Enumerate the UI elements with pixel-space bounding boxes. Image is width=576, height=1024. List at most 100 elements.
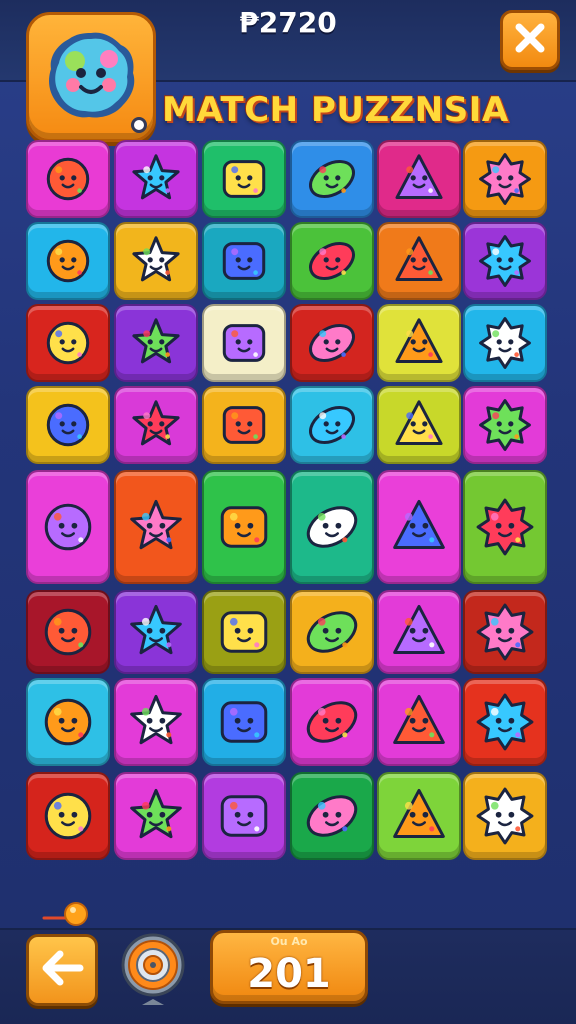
tile[interactable] xyxy=(114,304,198,382)
bell-face-icon xyxy=(303,232,361,290)
leaf-icon xyxy=(303,396,361,454)
dino-icon xyxy=(124,495,188,559)
tile[interactable] xyxy=(377,678,461,766)
tile[interactable] xyxy=(26,772,110,860)
tool-icon xyxy=(39,314,97,372)
bear-icon xyxy=(390,232,448,290)
tile[interactable] xyxy=(290,304,374,382)
tile[interactable] xyxy=(463,678,547,766)
pencil-icon xyxy=(387,690,451,754)
tile[interactable] xyxy=(26,222,110,300)
tile[interactable] xyxy=(114,772,198,860)
orange-dot-icon xyxy=(42,900,90,930)
blue-bubble-icon xyxy=(124,784,188,848)
virus-icon xyxy=(215,314,273,372)
tile[interactable] xyxy=(202,470,286,584)
tile[interactable] xyxy=(290,772,374,860)
bubble-icon xyxy=(390,314,448,372)
dog-icon xyxy=(36,690,100,754)
blue-fish-icon xyxy=(387,600,451,664)
tile[interactable] xyxy=(114,222,198,300)
tile[interactable] xyxy=(202,590,286,674)
moves-counter-value: 201 xyxy=(247,951,331,997)
tile[interactable] xyxy=(26,678,110,766)
machine-icon xyxy=(300,495,364,559)
green-cross-icon xyxy=(473,690,537,754)
target-button[interactable] xyxy=(118,930,188,1008)
moves-counter: Ou Ao 201 xyxy=(210,930,368,1004)
green-face-icon xyxy=(124,690,188,754)
bulb-icon xyxy=(212,495,276,559)
tile[interactable] xyxy=(26,386,110,464)
tile[interactable] xyxy=(26,590,110,674)
tile[interactable] xyxy=(463,222,547,300)
tile[interactable] xyxy=(463,470,547,584)
tile[interactable] xyxy=(202,304,286,382)
bunny-icon xyxy=(390,150,448,208)
tile[interactable] xyxy=(114,140,198,218)
back-button[interactable] xyxy=(26,934,98,1006)
cloud-icon xyxy=(476,314,534,372)
candy-wrap-icon xyxy=(36,600,100,664)
cog-icon xyxy=(36,784,100,848)
tile[interactable] xyxy=(377,222,461,300)
rocket-red-icon xyxy=(212,690,276,754)
tile[interactable] xyxy=(290,678,374,766)
close-button[interactable] xyxy=(500,10,560,70)
red-sun-icon xyxy=(476,232,534,290)
tile[interactable] xyxy=(290,222,374,300)
tile[interactable] xyxy=(290,386,374,464)
tile[interactable] xyxy=(377,470,461,584)
arrow-left-icon xyxy=(40,950,84,990)
tile[interactable] xyxy=(202,386,286,464)
tile[interactable] xyxy=(114,678,198,766)
tile[interactable] xyxy=(377,590,461,674)
game-title: MATCH PUZZNSIA xyxy=(162,90,509,130)
tile[interactable] xyxy=(202,772,286,860)
tile[interactable] xyxy=(114,470,198,584)
candy-icon xyxy=(390,396,448,454)
chat-face-icon xyxy=(124,600,188,664)
blob-face-icon xyxy=(43,27,139,127)
tile[interactable] xyxy=(26,304,110,382)
tile[interactable] xyxy=(26,470,110,584)
red-star-burst-icon xyxy=(212,600,276,664)
moves-counter-caption: Ou Ao xyxy=(270,935,308,948)
hat-icon xyxy=(215,150,273,208)
sun-icon xyxy=(476,150,534,208)
fish-icon xyxy=(127,314,185,372)
tile[interactable] xyxy=(377,140,461,218)
blue-virus-icon xyxy=(300,690,364,754)
monster-icon xyxy=(387,495,451,559)
tile[interactable] xyxy=(377,772,461,860)
tile[interactable] xyxy=(377,386,461,464)
flower-icon xyxy=(300,600,364,664)
tile[interactable] xyxy=(463,386,547,464)
tile[interactable] xyxy=(202,678,286,766)
tile[interactable] xyxy=(463,304,547,382)
tile[interactable] xyxy=(202,222,286,300)
tile[interactable] xyxy=(114,590,198,674)
tile[interactable] xyxy=(463,772,547,860)
purple-blob-icon xyxy=(39,150,97,208)
tile[interactable] xyxy=(463,140,547,218)
tile[interactable] xyxy=(290,470,374,584)
water-drop-icon xyxy=(215,396,273,454)
cabinet-icon xyxy=(36,495,100,559)
tile[interactable] xyxy=(290,140,374,218)
jar-icon xyxy=(387,784,451,848)
tile[interactable] xyxy=(463,590,547,674)
pinwheel-icon xyxy=(127,232,185,290)
tile[interactable] xyxy=(202,140,286,218)
star-face-icon xyxy=(127,150,185,208)
robot-face-icon xyxy=(473,600,537,664)
tile[interactable] xyxy=(114,386,198,464)
dragon-icon xyxy=(473,495,537,559)
plane-icon xyxy=(39,232,97,290)
tile[interactable] xyxy=(26,140,110,218)
spiky-face-icon xyxy=(39,396,97,454)
tile[interactable] xyxy=(377,304,461,382)
avatar-button[interactable] xyxy=(26,12,156,142)
tile[interactable] xyxy=(290,590,374,674)
orange-ball-icon xyxy=(300,784,364,848)
